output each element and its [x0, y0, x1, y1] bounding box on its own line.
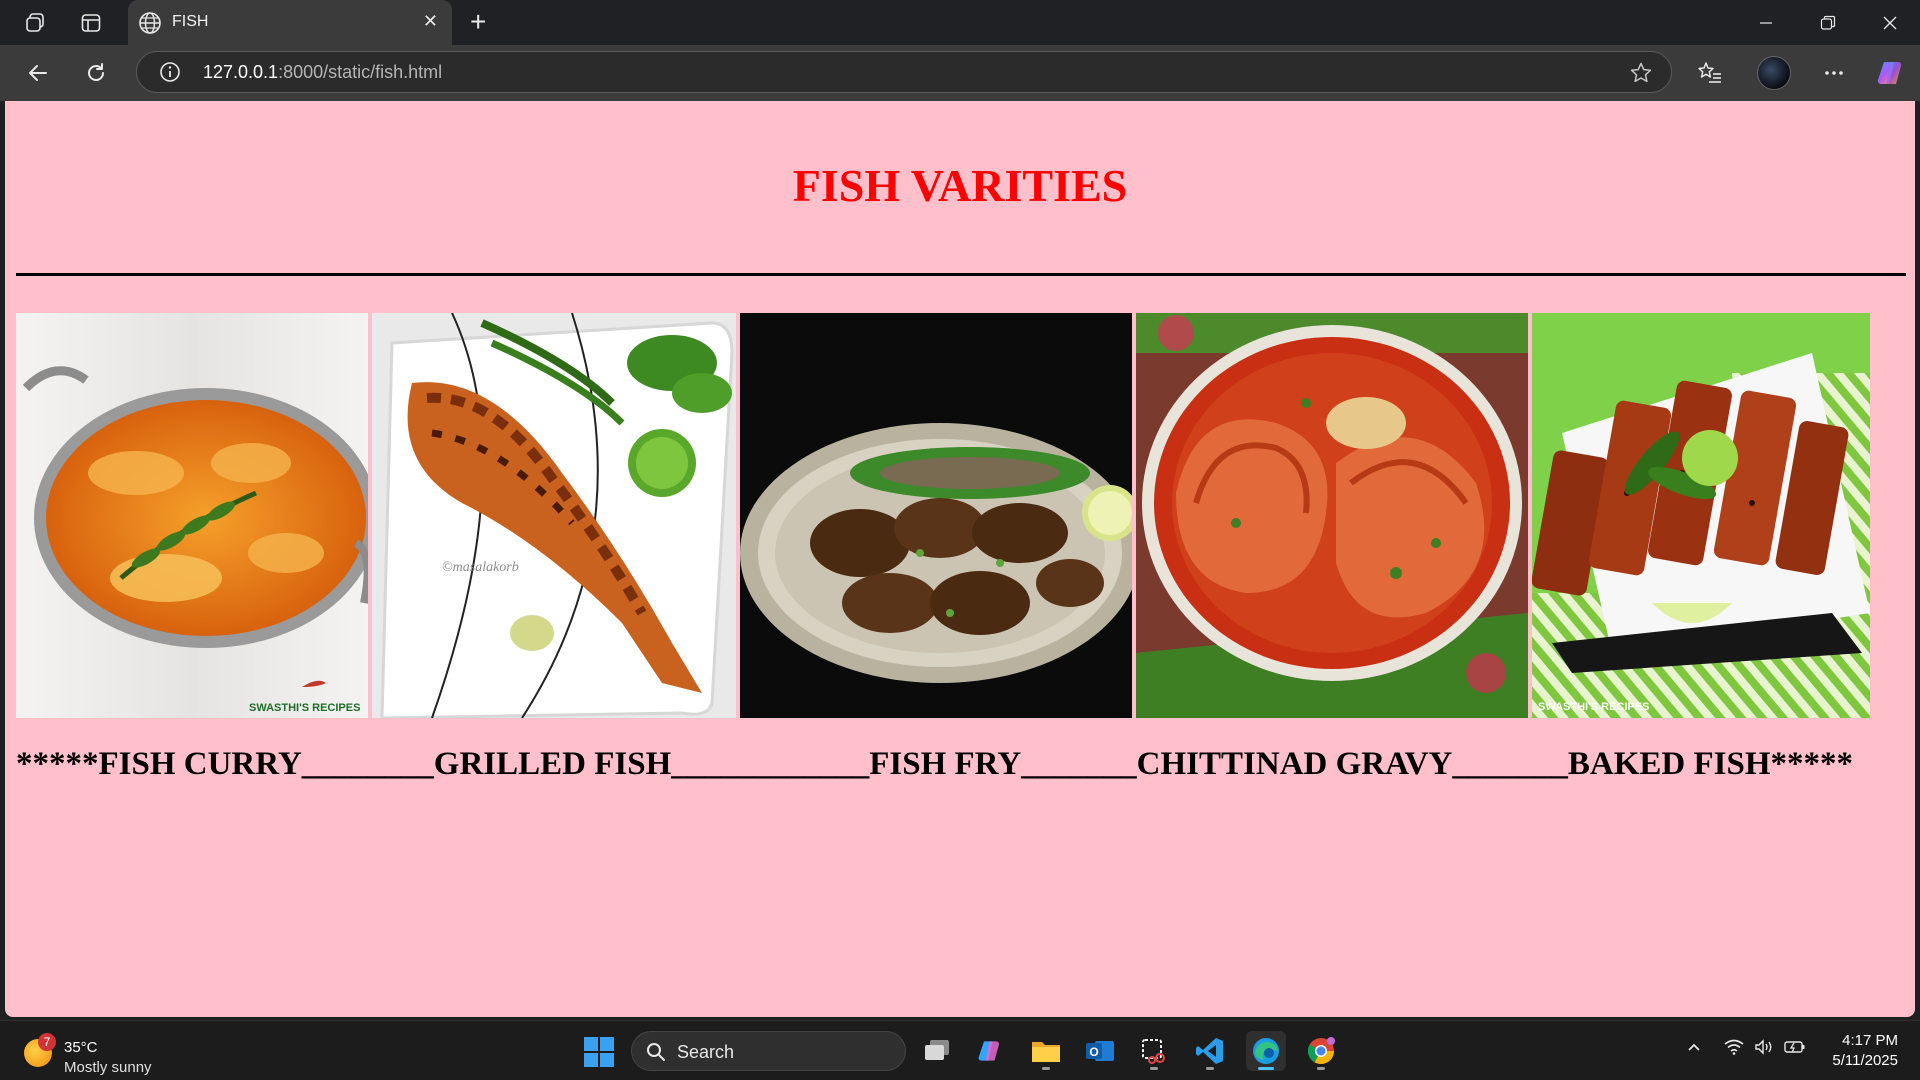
- more-options-icon[interactable]: [1818, 57, 1850, 89]
- start-icon[interactable]: [584, 1037, 614, 1067]
- vscode-icon[interactable]: [1190, 1031, 1230, 1071]
- horizontal-rule: [16, 273, 1906, 276]
- notification-badge: 7: [38, 1033, 56, 1051]
- minimize-icon[interactable]: [1736, 0, 1796, 45]
- favorite-star-icon[interactable]: [1629, 61, 1653, 90]
- task-view-icon[interactable]: [917, 1031, 957, 1071]
- new-tab-icon[interactable]: +: [470, 8, 486, 36]
- fish-curry-image: SWASTHI'S RECIPES: [16, 313, 368, 718]
- copilot-taskbar-icon[interactable]: [971, 1031, 1011, 1071]
- url-text: 127.0.0.1:8000/static/fish.html: [203, 62, 442, 83]
- workspaces-icon[interactable]: [22, 10, 48, 36]
- page-title: FISH VARITIES: [792, 160, 1128, 211]
- tab-title: FISH: [172, 13, 209, 30]
- fish-captions: *****FISH CURRY________GRILLED FISH_____…: [16, 746, 1853, 782]
- copilot-icon[interactable]: [1876, 57, 1908, 89]
- grilled-fish-watermark: ©masalakorb: [442, 560, 519, 575]
- volume-icon[interactable]: [1754, 1039, 1774, 1060]
- edge-icon[interactable]: [1246, 1031, 1286, 1071]
- outlook-icon[interactable]: O: [1080, 1031, 1120, 1071]
- chrome-icon[interactable]: [1301, 1031, 1341, 1071]
- fish-curry-watermark: SWASTHI'S RECIPES: [249, 702, 360, 714]
- search-label: Search: [677, 1042, 735, 1062]
- profile-avatar[interactable]: [1757, 56, 1791, 90]
- search-icon: [646, 1042, 666, 1067]
- address-bar[interactable]: 127.0.0.1:8000/static/fish.html: [136, 51, 1672, 93]
- restore-icon[interactable]: [1798, 0, 1858, 45]
- taskbar-search[interactable]: Search: [631, 1031, 906, 1071]
- chittinad-gravy-image: [1136, 313, 1528, 718]
- windows-taskbar: 7 35°C Mostly sunny Search O 4:17 PM 5/1…: [0, 1020, 1920, 1080]
- url-host: 127.0.0.1: [203, 62, 279, 82]
- file-explorer-icon[interactable]: [1026, 1031, 1066, 1071]
- wifi-icon[interactable]: [1724, 1039, 1744, 1060]
- close-tab-icon[interactable]: ✕: [423, 11, 438, 32]
- back-icon[interactable]: [22, 57, 54, 89]
- snipping-tool-icon[interactable]: [1134, 1031, 1174, 1071]
- site-info-icon[interactable]: [159, 61, 181, 88]
- baked-fish-watermark: SWASTHI'S RECIPES: [1538, 701, 1649, 713]
- grilled-fish-image: ©masalakorb: [372, 313, 736, 718]
- browser-title-bar: FISH ✕ +: [0, 0, 1920, 45]
- chevron-up-icon[interactable]: [1686, 1039, 1702, 1060]
- browser-toolbar: 127.0.0.1:8000/static/fish.html: [0, 45, 1920, 101]
- system-clock[interactable]: 4:17 PM 5/11/2025: [1832, 1031, 1898, 1071]
- clock-date: 5/11/2025: [1832, 1052, 1898, 1069]
- battery-icon[interactable]: [1784, 1039, 1806, 1060]
- favorites-icon[interactable]: [1694, 57, 1726, 89]
- url-path: :8000/static/fish.html: [278, 62, 443, 82]
- baked-fish-image: SWASTHI'S RECIPES: [1532, 313, 1870, 718]
- page-viewport: FISH VARITIES SWASTHI'S RECIPES ©masalak…: [5, 101, 1915, 1017]
- close-window-icon[interactable]: [1860, 0, 1920, 45]
- clock-time: 4:17 PM: [1842, 1032, 1898, 1049]
- weather-condition: Mostly sunny: [64, 1059, 152, 1076]
- fish-fry-image: [740, 313, 1132, 718]
- globe-icon: [138, 11, 162, 40]
- vertical-tabs-icon[interactable]: [78, 10, 104, 36]
- svg-text:O: O: [1089, 1045, 1098, 1059]
- weather-temp: 35°C: [64, 1039, 98, 1056]
- tab-fish[interactable]: FISH ✕: [128, 0, 452, 45]
- refresh-icon[interactable]: [80, 57, 112, 89]
